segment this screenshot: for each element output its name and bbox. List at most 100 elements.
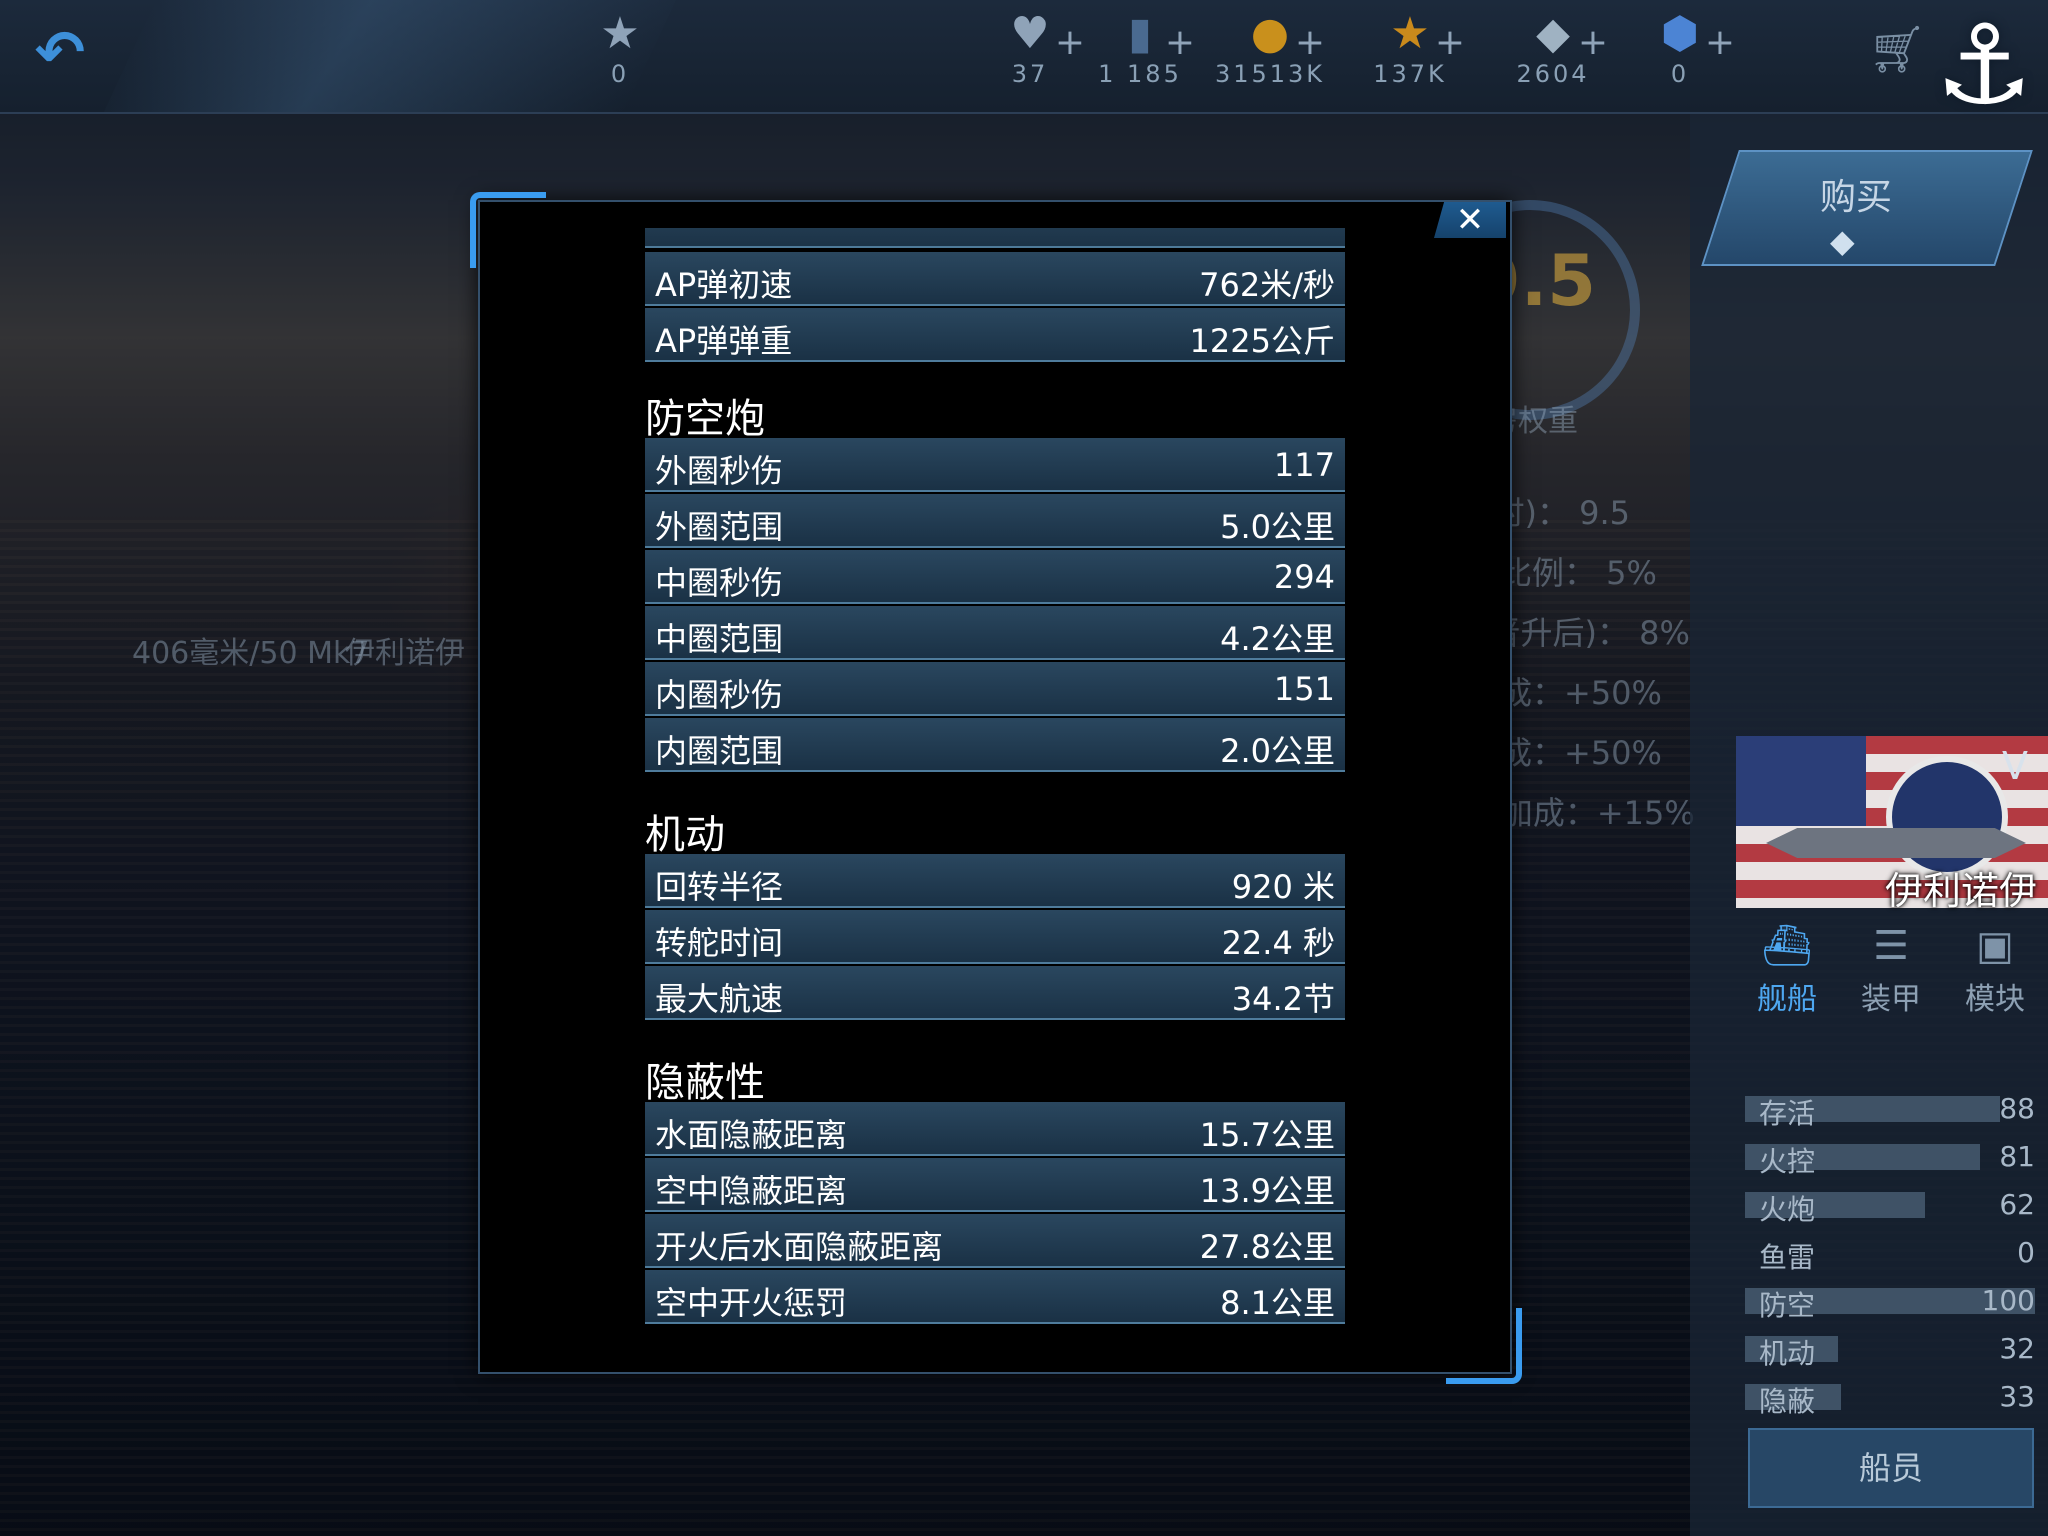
row-label: 最大航速 (655, 980, 784, 1018)
row-label: 空中隐蔽距离 (655, 1172, 848, 1210)
rank-badge-icon: ★ (600, 8, 640, 59)
module-item[interactable]: 伊利诺伊 (345, 628, 465, 672)
stat-detail-row: 中圈秒伤 294 (645, 550, 1345, 604)
stat-value: 33 (1999, 1380, 2035, 1413)
row-value: 5.0公里 (1220, 508, 1335, 546)
close-button[interactable]: ✕ (1434, 202, 1506, 238)
tab-module[interactable]: ▣ 模块 (1944, 918, 2046, 1018)
resource-card[interactable]: ▮ +1 185 (1075, 6, 1205, 106)
stat-value: 88 (1999, 1092, 2035, 1125)
plus-icon[interactable]: + (1295, 22, 1325, 63)
close-icon: ✕ (1455, 200, 1485, 240)
resource-gold-coin[interactable]: ● +31513K (1205, 6, 1335, 106)
row-value: 15.7公里 (1199, 1116, 1335, 1154)
plus-icon[interactable]: + (1435, 22, 1465, 63)
stat-value: 81 (1999, 1140, 2035, 1173)
row-label: 外圈范围 (655, 508, 784, 546)
stat-value: 62 (1999, 1188, 2035, 1221)
row-value: 2.0公里 (1220, 732, 1335, 770)
stat-detail-row: 外圈秒伤 117 (645, 438, 1345, 492)
row-label: 开火后水面隐蔽距离 (655, 1228, 944, 1266)
row-label: 内圈范围 (655, 732, 784, 770)
stat-label: 机动 (1759, 1337, 1816, 1370)
modal-corner-top-left (470, 192, 546, 268)
stat-label: 火炮 (1759, 1193, 1816, 1226)
row-label: 空中开火惩罚 (655, 1284, 848, 1322)
flag-union (1736, 736, 1866, 826)
back-button[interactable]: ↶ (20, 18, 100, 88)
row-label: 水面隐蔽距离 (655, 1116, 848, 1154)
stat-value: 32 (1999, 1332, 2035, 1365)
stat-detail-row: AP弹初速 762米/秒 (645, 252, 1345, 306)
buy-diamond-icon: ◆ (1830, 222, 1855, 260)
plus-icon[interactable]: + (1705, 22, 1735, 63)
row-label: AP弹弹重 (655, 322, 793, 360)
plus-icon[interactable]: + (1165, 22, 1195, 63)
resource-star[interactable]: ★ +137K (1345, 6, 1475, 106)
resource-value: 31513K (1214, 60, 1326, 88)
stat-detail-row: 最大航速 34.2节 (645, 966, 1345, 1020)
stat-value: 0 (2017, 1236, 2035, 1269)
stat-label: 鱼雷 (1759, 1241, 1816, 1274)
stat-row: 机动 32 (1745, 1332, 2035, 1370)
tab-label: 模块 (1965, 982, 2025, 1017)
stat-detail-row: 中圈范围 4.2公里 (645, 606, 1345, 660)
row-value: 117 (1273, 446, 1335, 484)
stat-detail-row: 水面隐蔽距离 15.7公里 (645, 1102, 1345, 1156)
resource-diamond[interactable]: ◆ +2604 (1488, 6, 1618, 106)
section-title: 防空炮 (645, 396, 765, 442)
row-value: 22.4 秒 (1221, 924, 1335, 962)
row-label: 外圈秒伤 (655, 452, 784, 490)
modal-corner-bottom-right (1446, 1308, 1522, 1384)
tab-armor[interactable]: ☰ 装甲 (1840, 918, 1942, 1018)
resource-value: 137K (1373, 60, 1447, 88)
row-value: 920 米 (1231, 868, 1335, 906)
ship-icon: ⛴ (1761, 923, 1813, 969)
crew-button[interactable]: 船员 (1748, 1428, 2034, 1508)
row-label: 中圈范围 (655, 620, 784, 658)
stat-label: 隐蔽 (1759, 1385, 1816, 1418)
stat-detail-row: 回转半径 920 米 (645, 854, 1345, 908)
row-value: 151 (1273, 670, 1335, 708)
stat-row: 隐蔽 33 (1745, 1380, 2035, 1418)
resource-rank-badge[interactable]: ★ 0 (555, 6, 685, 106)
detail-scroll-list[interactable]: AP弹初速 762米/秒 AP弹弹重 1225公斤防空炮外圈秒伤 117 外圈范围 5.0公… (645, 228, 1345, 1348)
tier-label: V (2002, 744, 2028, 788)
row-value: 4.2公里 (1220, 620, 1335, 658)
top-bar: ↶ ★ 0 ♥ +37 ▮ +1 185 ● +31513K ★ +137K ◆ +2604 ⬢ +0 🛒… (0, 0, 2048, 129)
row-label: 中圈秒伤 (655, 564, 784, 602)
row-value: 8.1公里 (1220, 1284, 1335, 1322)
stat-row: 火控 81 (1745, 1140, 2035, 1178)
stat-detail-row: 开火后水面隐蔽距离 27.8公里 (645, 1214, 1345, 1268)
stat-value: 100 (1981, 1284, 2035, 1317)
row-value: 762米/秒 (1199, 266, 1335, 304)
resource-value: 0 (610, 60, 630, 88)
stat-row: 鱼雷 0 (1745, 1236, 2035, 1274)
module-item[interactable]: 406毫米/50 Mk7 (132, 628, 369, 672)
row-label: 内圈秒伤 (655, 676, 784, 714)
ship-silhouette-icon (1766, 828, 2026, 858)
row-value: 294 (1273, 558, 1335, 596)
row-label: AP弹初速 (655, 266, 793, 304)
stat-detail-row: 内圈秒伤 151 (645, 662, 1345, 716)
stat-detail-row: 转舵时间 22.4 秒 (645, 910, 1345, 964)
resource-value: 0 (1670, 60, 1690, 88)
section-title: 隐蔽性 (645, 1060, 765, 1106)
resource-blue-gem[interactable]: ⬢ +0 (1615, 6, 1745, 106)
row-label: 回转半径 (655, 868, 784, 906)
tab-ship[interactable]: ⛴ 舰船 (1736, 918, 1838, 1018)
stat-row: 存活 88 (1745, 1092, 2035, 1130)
stat-detail-row: 空中开火惩罚 8.1公里 (645, 1270, 1345, 1324)
tab-label: 舰船 (1757, 982, 1817, 1017)
anchor-logo-icon[interactable]: ⚓ (1920, 0, 2048, 130)
section-title: 机动 (645, 812, 725, 858)
plus-icon[interactable]: + (1578, 22, 1608, 63)
row-value: 13.9公里 (1199, 1172, 1335, 1210)
row-label: 转舵时间 (655, 924, 784, 962)
stat-detail-row: AP弹弹重 1225公斤 (645, 308, 1345, 362)
resource-value: 1 185 (1098, 60, 1182, 88)
row-value: 27.8公里 (1199, 1228, 1335, 1266)
stat-label: 火控 (1759, 1145, 1816, 1178)
module-icon: ▣ (1976, 923, 2014, 969)
stat-label: 存活 (1759, 1097, 1816, 1130)
